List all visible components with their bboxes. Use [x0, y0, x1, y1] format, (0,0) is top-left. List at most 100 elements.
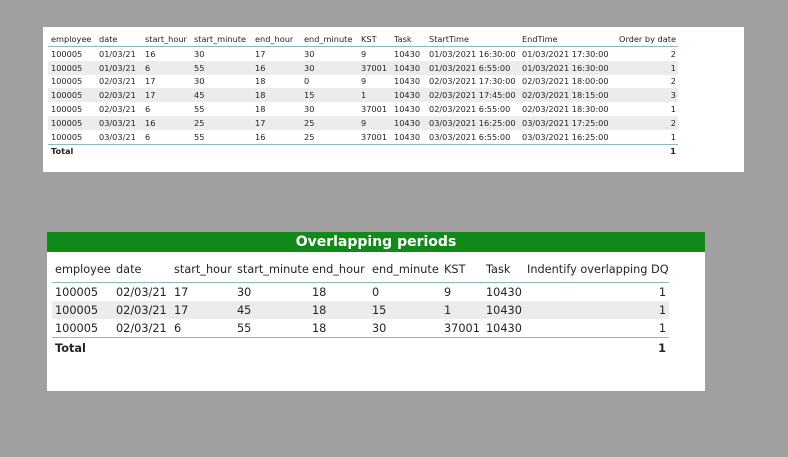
table-row[interactable]: 100005 02/03/21 6 55 18 30 37001 10430 1	[52, 319, 669, 338]
table-cell: 100005	[48, 60, 96, 75]
table-cell: 100005	[51, 48, 83, 59]
table-cell: 0	[304, 76, 310, 87]
column-header[interactable]: date	[96, 31, 142, 47]
table-cell: 17	[171, 301, 234, 319]
table-cell: 55	[237, 321, 252, 335]
column-header[interactable]: KST	[358, 31, 391, 47]
column-header[interactable]: start_hour	[171, 257, 234, 283]
table-cell: 100005	[55, 321, 99, 335]
table-row[interactable]: 100005 01/03/21 16 30 17 30 9 10430 01/03/2021 1…	[48, 47, 678, 61]
table-cell: 18	[309, 301, 369, 319]
table-cell: 02/03/2021 18:15:00	[519, 88, 614, 103]
table-cell: 100005	[48, 88, 96, 103]
table-cell: 10430	[394, 76, 421, 87]
table-cell: 17	[174, 285, 189, 299]
column-header[interactable]: end_hour	[309, 257, 369, 283]
table-row[interactable]: 100005 02/03/21 17 30 18 0 9 10430 02/03/2021 17…	[48, 75, 678, 89]
table-row[interactable]: 100005 03/03/21 6 55 16 25 37001 10430 03/03/202…	[48, 130, 678, 144]
table-cell: 37001	[361, 104, 388, 115]
table-row[interactable]: 100005 03/03/21 16 25 17 25 9 10430 03/03/2021 1…	[48, 115, 678, 130]
column-header[interactable]: KST	[441, 257, 483, 283]
column-header[interactable]: employee	[48, 31, 96, 47]
table-cell: 10430	[394, 48, 421, 59]
column-header[interactable]: end_hour	[252, 31, 301, 47]
table-row[interactable]: 100005 02/03/21 17 45 18 15 1 10430 02/03/2021 1…	[48, 88, 678, 103]
table-cell: 37001	[361, 131, 388, 142]
table-cell: 17	[145, 76, 156, 87]
table-cell: 100005	[48, 115, 96, 130]
table-row[interactable]: 100005 02/03/21 17 30 18 0 9 10430 1	[52, 283, 669, 302]
table-cell: 03/03/2021 17:25:00	[519, 115, 614, 130]
table-cell: 01/03/21	[96, 60, 142, 75]
column-header[interactable]: Indentify overlapping DQ	[524, 257, 669, 283]
table-cell: 01/03/2021 16:30:00	[429, 48, 516, 59]
table-cell: 1	[670, 131, 676, 142]
table-cell: 02/03/21	[99, 76, 136, 87]
table-cell: 17	[252, 115, 301, 130]
table-cell: 100005	[55, 285, 99, 299]
table-cell: 17	[142, 88, 191, 103]
table-cell: 55	[194, 104, 205, 115]
table-cell: 37001	[358, 60, 391, 75]
table-cell: 02/03/2021 17:30:00	[429, 76, 516, 87]
table-cell: 02/03/21	[116, 321, 167, 335]
table-cell: 30	[304, 104, 315, 115]
table-cell: 100005	[51, 131, 83, 142]
table-cell: 03/03/2021 16:25:00	[426, 115, 519, 130]
table-cell: 02/03/2021 18:00:00	[522, 76, 609, 87]
column-header[interactable]: end_minute	[369, 257, 441, 283]
table-cell: 45	[191, 88, 252, 103]
table-cell: 1	[658, 321, 666, 335]
table-cell: 02/03/2021 6:55:00	[429, 104, 511, 115]
table-row[interactable]: 100005 01/03/21 6 55 16 30 37001 10430 01/03/202…	[48, 60, 678, 75]
table-row[interactable]: 100005 02/03/21 17 45 18 15 1 10430 1	[52, 301, 669, 319]
column-header[interactable]: Task	[483, 257, 524, 283]
table-cell: 2	[614, 115, 678, 130]
table-cell: 1	[670, 104, 676, 115]
column-header[interactable]: Order by date	[614, 31, 678, 47]
table-cell: 18	[255, 76, 266, 87]
periods-table: employee date start_hour start_minute en…	[48, 31, 678, 158]
column-header[interactable]: employee	[52, 257, 113, 283]
table-cell: 16	[252, 60, 301, 75]
column-header[interactable]: end_minute	[301, 31, 358, 47]
total-value: 1	[670, 146, 676, 157]
column-header[interactable]: EndTime	[519, 31, 614, 47]
table-cell: 15	[369, 301, 441, 319]
table-cell: 100005	[51, 104, 83, 115]
table-cell: 1	[658, 285, 666, 299]
column-header[interactable]: Task	[391, 31, 426, 47]
total-label: Total	[51, 146, 74, 157]
table-cell: 6	[145, 104, 151, 115]
table-cell: 18	[312, 321, 327, 335]
table-cell: 18	[255, 104, 266, 115]
table-cell: 03/03/21	[96, 115, 142, 130]
table-cell: 3	[614, 88, 678, 103]
table-cell: 100005	[52, 301, 113, 319]
table-cell: 01/03/2021 16:30:00	[519, 60, 614, 75]
table-cell: 6	[142, 60, 191, 75]
table-cell: 25	[191, 115, 252, 130]
table-cell: 0	[372, 285, 380, 299]
table-cell: 55	[194, 131, 205, 142]
table-cell: 30	[301, 60, 358, 75]
table-cell: 37001	[444, 321, 480, 335]
table-cell: 10430	[391, 115, 426, 130]
column-header[interactable]: date	[113, 257, 171, 283]
table-visual-overlapping-periods[interactable]: Overlapping periods employee date start_…	[47, 232, 705, 391]
table-cell: 6	[145, 131, 151, 142]
table-visual-all-periods[interactable]: employee date start_hour start_minute en…	[43, 27, 744, 172]
table-cell: 02/03/21	[113, 301, 171, 319]
table-cell: 30	[194, 76, 205, 87]
table-row[interactable]: 100005 02/03/21 6 55 18 30 37001 10430 02/03/202…	[48, 102, 678, 116]
column-header[interactable]: start_hour	[142, 31, 191, 47]
column-header[interactable]: StartTime	[426, 31, 519, 47]
table-cell: 02/03/21	[96, 88, 142, 103]
table-cell: 16	[142, 115, 191, 130]
table-cell: 30	[372, 321, 387, 335]
column-header[interactable]: start_minute	[234, 257, 309, 283]
table-cell: 02/03/2021 18:30:00	[522, 104, 609, 115]
table-cell: 18	[252, 88, 301, 103]
table-cell: 1	[614, 60, 678, 75]
column-header[interactable]: start_minute	[191, 31, 252, 47]
